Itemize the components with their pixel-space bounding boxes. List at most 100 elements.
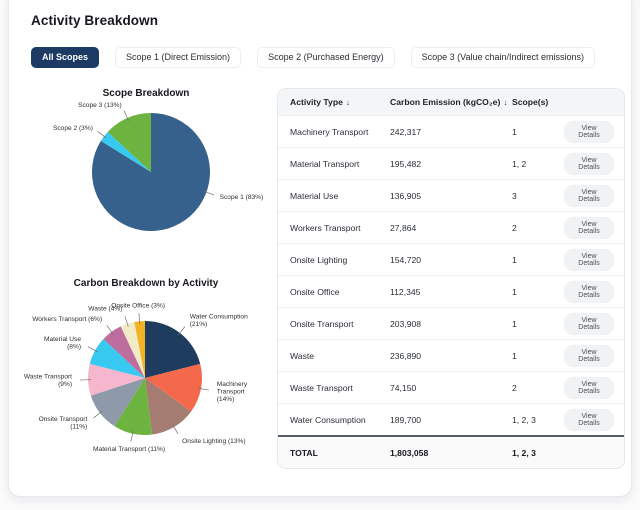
pie-label-workers-transport: Workers Transport (6%) — [32, 316, 102, 323]
activity-cell: Onsite Lighting — [290, 254, 348, 265]
pie-label-scope-3: Scope 3 (13%) — [78, 102, 122, 109]
pie-label-material-use: Material Use (8%) — [44, 336, 81, 351]
carbon-breakdown-chart: Carbon Breakdown by Activity Water Consu… — [15, 278, 277, 468]
table-row-material-transport: Material Transport 195,482 1, 2 View Detail… — [278, 147, 624, 179]
view-details-button-onsite-office[interactable]: View Details — [564, 280, 614, 303]
emission-cell: 203,908 — [390, 318, 422, 329]
tab-all-scopes[interactable]: All Scopes — [31, 47, 100, 68]
sort-icon-activity-type[interactable]: ↓ — [346, 98, 350, 107]
scopes-cell: 1 — [512, 318, 517, 329]
tab-scope-2-purchased-energy[interactable]: Scope 2 (Purchased Energy) — [257, 47, 395, 68]
table-row-material-use: Material Use 136,905 3 View Details — [278, 179, 624, 211]
table-row-workers-transport: Workers Transport 27,864 2 View Details — [278, 211, 624, 243]
emission-cell: 112,345 — [390, 286, 421, 297]
emission-cell: 189,700 — [390, 414, 422, 425]
pie-label-scope-2: Scope 2 (3%) — [53, 125, 93, 132]
activity-cell: Water Consumption — [290, 414, 366, 425]
table-row-water-consumption: Water Consumption 189,700 1, 2, 3 View Deta… — [278, 403, 624, 435]
scopes-cell: 2 — [512, 222, 517, 233]
table-row-waste: Waste 236,890 1 View Details — [278, 339, 624, 371]
action-cell: View Details — [564, 344, 624, 367]
scopes-cell: 1 — [512, 350, 517, 361]
scope-breakdown-title: Scope Breakdown — [102, 88, 190, 99]
carbon-breakdown-pie: Water Consumption (21%) Machinery Transport… — [24, 302, 248, 453]
view-details-button-water-consumption[interactable]: View Details — [564, 408, 614, 431]
activity-table: Activity Type ↓ Carbon Emission (kgCO₂e) ↓ S… — [277, 88, 625, 469]
activity-cell: Machinery Transport — [290, 126, 369, 137]
charts-column: Scope Breakdown Scope 1 (83%) Scope 2 (3%… — [15, 88, 277, 469]
activity-cell: Material Transport — [290, 158, 360, 169]
pie-label-material-transport: Material Transport (11%) — [93, 446, 165, 453]
page-title: Activity Breakdown — [31, 13, 159, 28]
emission-cell: 154,720 — [390, 254, 422, 265]
table-row-machinery-transport: Machinery Transport 242,317 1 View Details — [278, 115, 624, 147]
table-row-onsite-transport: Onsite Transport 203,908 1 View Details — [278, 307, 624, 339]
scope-breakdown-chart: Scope Breakdown Scope 1 (83%) Scope 2 (3%… — [15, 88, 277, 252]
emission-cell: 136,905 — [390, 190, 422, 201]
table-row-waste-transport: Waste Transport 74,150 2 View Details — [278, 371, 624, 403]
emission-cell: 27,864 — [390, 222, 417, 233]
total-emission: 1,803,058 — [390, 447, 429, 458]
view-details-button-onsite-transport[interactable]: View Details — [564, 312, 614, 335]
tab-scope-1-direct-emission[interactable]: Scope 1 (Direct Emission) — [115, 47, 242, 68]
pie-label-onsite-lighting: Onsite Lighting (13%) — [182, 438, 245, 445]
action-cell: View Details — [564, 184, 624, 207]
view-details-button-waste-transport[interactable]: View Details — [564, 376, 614, 399]
emission-cell: 74,150 — [390, 382, 417, 393]
sort-icon-carbon-emission-kgco-e[interactable]: ↓ — [503, 98, 507, 107]
column-header-activity-type[interactable]: Activity Type ↓ — [278, 97, 390, 107]
scopes-cell: 1 — [512, 286, 517, 297]
carbon-breakdown-title: Carbon Breakdown by Activity — [73, 278, 219, 289]
view-details-button-waste[interactable]: View Details — [564, 344, 614, 367]
content-area: Scope Breakdown Scope 1 (83%) Scope 2 (3%… — [23, 88, 625, 469]
activity-cell: Workers Transport — [290, 222, 361, 233]
column-header-scope-s: Scope(s) — [512, 97, 549, 107]
view-details-button-onsite-lighting[interactable]: View Details — [564, 248, 614, 271]
pie-label-machinery-transport: Machinery Transport (14%) — [217, 381, 248, 403]
emission-cell: 242,317 — [390, 126, 422, 137]
view-details-button-material-transport[interactable]: View Details — [564, 152, 614, 175]
view-details-button-workers-transport[interactable]: View Details — [564, 216, 614, 239]
action-cell: View Details — [564, 376, 624, 399]
table-row-onsite-office: Onsite Office 112,345 1 View Details — [278, 275, 624, 307]
table-column: Activity Type ↓ Carbon Emission (kgCO₂e) ↓ S… — [277, 88, 625, 469]
activity-table-body: Machinery Transport 242,317 1 View Details M… — [278, 115, 624, 435]
activity-cell: Material Use — [290, 190, 339, 201]
leader-line-water-consumption — [177, 326, 186, 336]
column-header-carbon-emission-kgco-e[interactable]: Carbon Emission (kgCO₂e) ↓ — [390, 97, 512, 107]
table-row-onsite-lighting: Onsite Lighting 154,720 1 View Details — [278, 243, 624, 275]
scopes-cell: 1, 2 — [512, 158, 527, 169]
table-total-row: TOTAL 1,803,058 1, 2, 3 — [278, 435, 624, 468]
table-header-row: Activity Type ↓ Carbon Emission (kgCO₂e) ↓ S… — [278, 89, 624, 115]
pie-label-waste-transport: Waste Transport (9%) — [24, 374, 72, 389]
activity-breakdown-card: Activity Breakdown All Scopes Scope 1 (Di… — [8, 0, 632, 497]
action-cell: View Details — [564, 280, 624, 303]
pie-label-scope-1: Scope 1 (83%) — [220, 194, 264, 201]
scopes-cell: 3 — [512, 190, 517, 201]
action-cell: View Details — [564, 312, 624, 335]
action-cell: View Details — [564, 120, 624, 143]
action-cell: View Details — [564, 152, 624, 175]
scope-breakdown-pie: Scope 1 (83%) Scope 2 (3%) Scope 3 (13%) — [53, 102, 264, 232]
leader-line-workers-transport — [106, 325, 114, 335]
leader-line-onsite-transport — [93, 410, 103, 419]
leader-line-scope-2 — [97, 131, 107, 139]
pie-label-water-consumption: Water Consumption (21%) — [190, 314, 248, 329]
total-scopes: 1, 2, 3 — [512, 447, 536, 458]
action-cell: View Details — [564, 216, 624, 239]
activity-cell: Onsite Office — [290, 286, 340, 297]
total-label: TOTAL — [290, 447, 318, 458]
scopes-cell: 1 — [512, 126, 517, 137]
scopes-cell: 2 — [512, 382, 517, 393]
pie-label-onsite-transport: Onsite Transport (11%) — [39, 416, 88, 431]
action-cell: View Details — [564, 408, 624, 431]
tab-scope-3-value-chain-indirect-emissions[interactable]: Scope 3 (Value chain/Indirect emissions) — [410, 47, 596, 68]
pie-label-onsite-office: Onsite Office (3%) — [111, 302, 165, 309]
scopes-cell: 1, 2, 3 — [512, 414, 536, 425]
view-details-button-machinery-transport[interactable]: View Details — [564, 120, 614, 143]
scopes-cell: 1 — [512, 254, 517, 265]
view-details-button-material-use[interactable]: View Details — [564, 184, 614, 207]
scope-tabs: All Scopes Scope 1 (Direct Emission) Scope… — [23, 47, 625, 68]
activity-cell: Onsite Transport — [290, 318, 354, 329]
emission-cell: 195,482 — [390, 158, 422, 169]
